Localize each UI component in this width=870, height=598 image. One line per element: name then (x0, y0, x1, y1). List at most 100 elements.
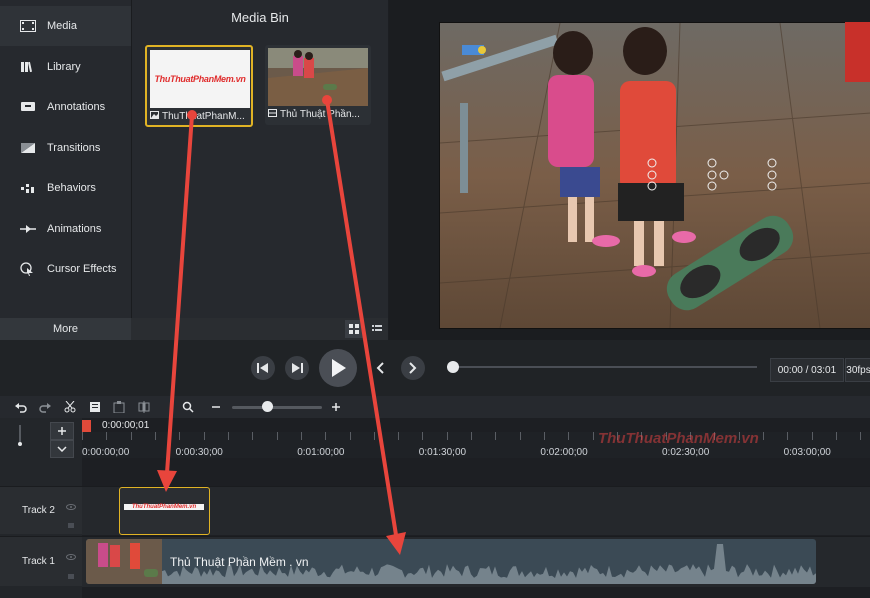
ruler-tick-label: 0:01:30;00 (418, 447, 467, 458)
ruler-tick (131, 432, 132, 440)
zoom-out-button[interactable] (207, 398, 225, 416)
sidebar-item-label: Cursor Effects (47, 263, 117, 275)
zoom-in-button[interactable] (327, 398, 345, 416)
sidebar-item-label: Behaviors (47, 182, 96, 194)
film-icon (19, 19, 37, 33)
zoom-slider[interactable] (232, 406, 322, 409)
video-preview[interactable] (439, 22, 870, 329)
ruler-tick (447, 432, 448, 440)
redo-button[interactable] (36, 398, 54, 416)
ruler-tick (763, 432, 764, 440)
ruler-tick (520, 432, 521, 440)
preview-edge-object (845, 22, 870, 82)
sidebar-item-cursor-effects[interactable]: Cursor Effects (0, 249, 131, 289)
ruler-tick (593, 432, 594, 440)
track-height-slider[interactable] (18, 425, 22, 447)
play-button[interactable] (319, 349, 357, 387)
ruler-tick (471, 432, 472, 440)
ruler-tick (568, 432, 569, 440)
sidebar-item-label: Animations (47, 223, 102, 235)
video-clip-label: Thủ Thuật Phần Mềm . vn (170, 555, 309, 569)
lock-icon[interactable] (67, 515, 75, 533)
list-view-button[interactable] (368, 320, 386, 338)
annotation-icon (19, 100, 37, 114)
ruler-tick (277, 432, 278, 440)
scrub-bar[interactable] (452, 366, 757, 368)
ruler-tick-label: 0:03:00;00 (783, 447, 831, 458)
ruler-tick (228, 432, 229, 440)
sidebar-item-label: Annotations (47, 101, 106, 113)
media-item-logo[interactable]: ThuThuatPhanMem.vn ThuThuatPhanM... (145, 45, 253, 127)
zoom-slider-handle[interactable] (262, 401, 273, 412)
sidebar-item-library[interactable]: Library (0, 47, 131, 87)
media-bin-title: Media Bin (231, 10, 289, 25)
undo-button[interactable] (12, 398, 30, 416)
ruler-tick (495, 432, 496, 440)
ruler-tick-label: 0:02:00;00 (540, 447, 588, 458)
cut-button[interactable] (61, 398, 79, 416)
grid-icon (349, 324, 359, 334)
chevron-left-icon (376, 362, 384, 374)
ruler-tick-label: 0:00:30;00 (175, 447, 223, 458)
next-marker-button[interactable] (401, 356, 425, 380)
ruler-tick (252, 432, 253, 440)
animation-icon (19, 222, 37, 236)
split-button[interactable] (135, 398, 153, 416)
ruler-tick-label: 0:02:30;00 (662, 447, 710, 458)
paste-icon (113, 401, 125, 413)
more-label: More (52, 323, 79, 335)
sidebar-item-media[interactable]: Media (0, 6, 131, 46)
eye-icon[interactable] (66, 497, 76, 515)
playhead-time: 0:00:00;01 (102, 420, 150, 431)
time-display: 00:00 / 03:01 (770, 358, 844, 382)
transition-icon (19, 141, 37, 155)
ruler-tick (106, 432, 107, 440)
sidebar-item-annotations[interactable]: Annotations (0, 87, 131, 127)
image-icon (150, 111, 159, 122)
more-button[interactable]: More (0, 318, 131, 340)
sidebar: Media Library Annotations Transitions Be… (0, 0, 132, 340)
add-track-button[interactable] (50, 422, 74, 440)
grid-view-button[interactable] (345, 320, 363, 338)
playhead[interactable] (82, 420, 91, 432)
ruler-tick-label: 0:00:00;00 (82, 447, 130, 458)
sidebar-item-transitions[interactable]: Transitions (0, 128, 131, 168)
play-icon (332, 359, 346, 377)
watermark-text: ThuThuatPhanMem.vn (598, 430, 759, 447)
ruler-tick (204, 432, 205, 440)
scissors-icon (64, 401, 76, 413)
sidebar-item-label: Library (47, 61, 81, 73)
copy-button[interactable] (86, 398, 104, 416)
paste-button[interactable] (110, 398, 128, 416)
step-back-button[interactable] (251, 356, 275, 380)
step-forward-button[interactable] (285, 356, 309, 380)
fps-display[interactable]: 30fps (845, 358, 870, 382)
plus-icon (332, 403, 340, 411)
ruler-tick (325, 432, 326, 440)
sidebar-item-label: Transitions (47, 142, 101, 154)
step-forward-icon (292, 363, 303, 373)
logo-text: ThuThuatPhanMem.vn (154, 74, 246, 84)
video-icon (268, 109, 277, 120)
ruler-tick (301, 432, 302, 440)
eye-icon[interactable] (66, 547, 76, 565)
lock-icon[interactable] (67, 566, 75, 584)
logo-clip[interactable]: ThuThuatPhanMem.vn (119, 487, 210, 535)
chevron-down-icon (57, 446, 67, 452)
chevron-right-icon (409, 362, 417, 374)
media-item-label: Thủ Thuật Phần... (268, 109, 368, 120)
track-options-button[interactable] (50, 440, 74, 458)
minus-icon (212, 406, 220, 408)
previous-marker-button[interactable] (368, 356, 392, 380)
zoom-icon[interactable] (179, 398, 197, 416)
ruler-tick (787, 432, 788, 440)
ruler-tick (350, 432, 351, 440)
media-item-video[interactable]: Thủ Thuật Phần... (265, 45, 371, 125)
sidebar-item-animations[interactable]: Animations (0, 209, 131, 249)
ruler-tick-label: 0:01:00;00 (297, 447, 345, 458)
behavior-icon (19, 181, 37, 195)
sidebar-item-behaviors[interactable]: Behaviors (0, 168, 131, 208)
step-back-icon (257, 363, 268, 373)
scrub-handle[interactable] (447, 361, 459, 373)
list-icon (372, 325, 382, 331)
